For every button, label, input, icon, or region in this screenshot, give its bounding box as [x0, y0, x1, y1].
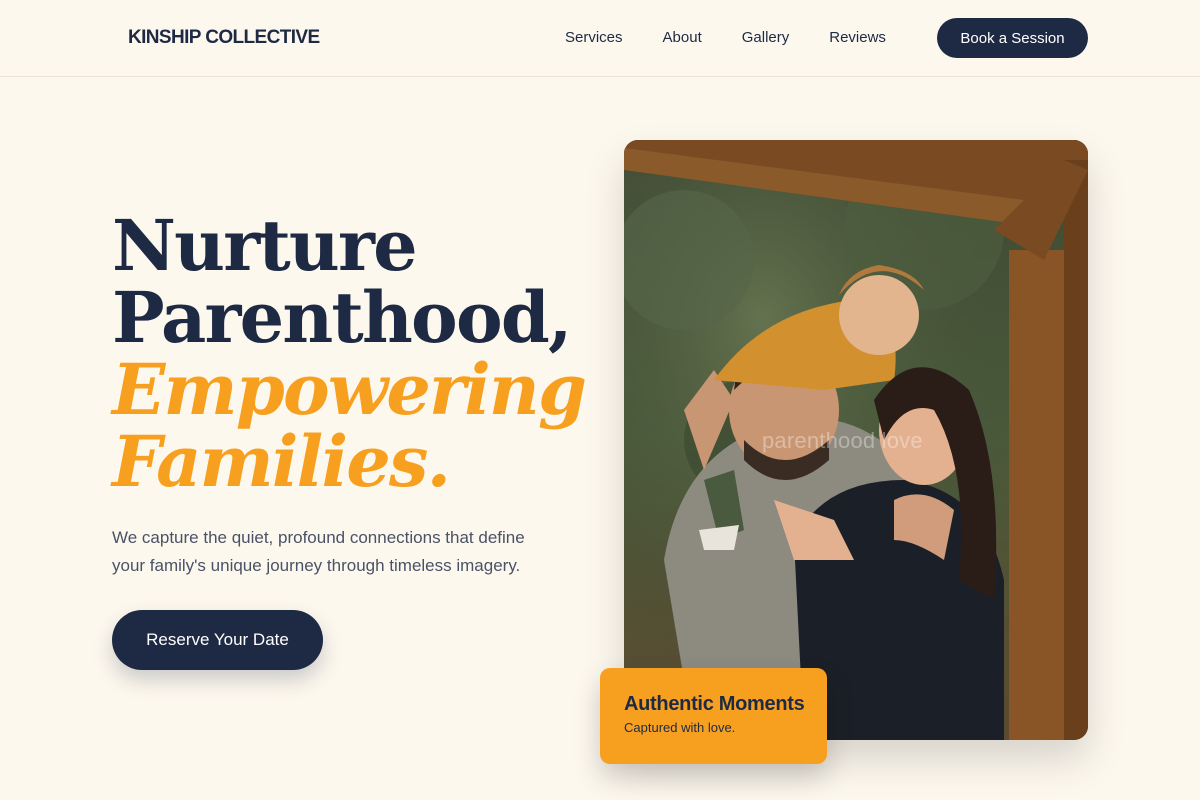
- nav-link-services[interactable]: Services: [565, 29, 623, 46]
- hero-title-accent-2: Families.: [112, 420, 451, 503]
- hero-title-accent-1: Empowering: [112, 348, 587, 431]
- badge-subtitle: Captured with love.: [624, 720, 736, 735]
- top-nav: KINSHIP COLLECTIVE Services About Galler…: [0, 0, 1200, 77]
- badge-title: Authentic Moments: [624, 693, 805, 715]
- hero-title-line-1: Nurture: [112, 204, 418, 287]
- photo-watermark: parenthood love: [762, 428, 923, 453]
- reserve-date-button[interactable]: Reserve Your Date: [112, 610, 323, 670]
- book-session-button[interactable]: Book a Session: [937, 18, 1088, 58]
- hero-title: Nurture Parenthood, Empowering Families.: [112, 204, 587, 503]
- brand-logo[interactable]: KINSHIP COLLECTIVE: [128, 27, 320, 49]
- hero-subtitle: We capture the quiet, profound connectio…: [112, 528, 525, 575]
- hero-title-line-2: Parenthood,: [112, 276, 572, 359]
- nav-links: Services About Gallery Reviews: [565, 29, 886, 46]
- nav-link-about[interactable]: About: [663, 29, 702, 46]
- authentic-moments-badge: Authentic Moments Captured with love.: [600, 668, 827, 764]
- nav-link-gallery[interactable]: Gallery: [742, 29, 790, 46]
- nav-link-reviews[interactable]: Reviews: [829, 29, 886, 46]
